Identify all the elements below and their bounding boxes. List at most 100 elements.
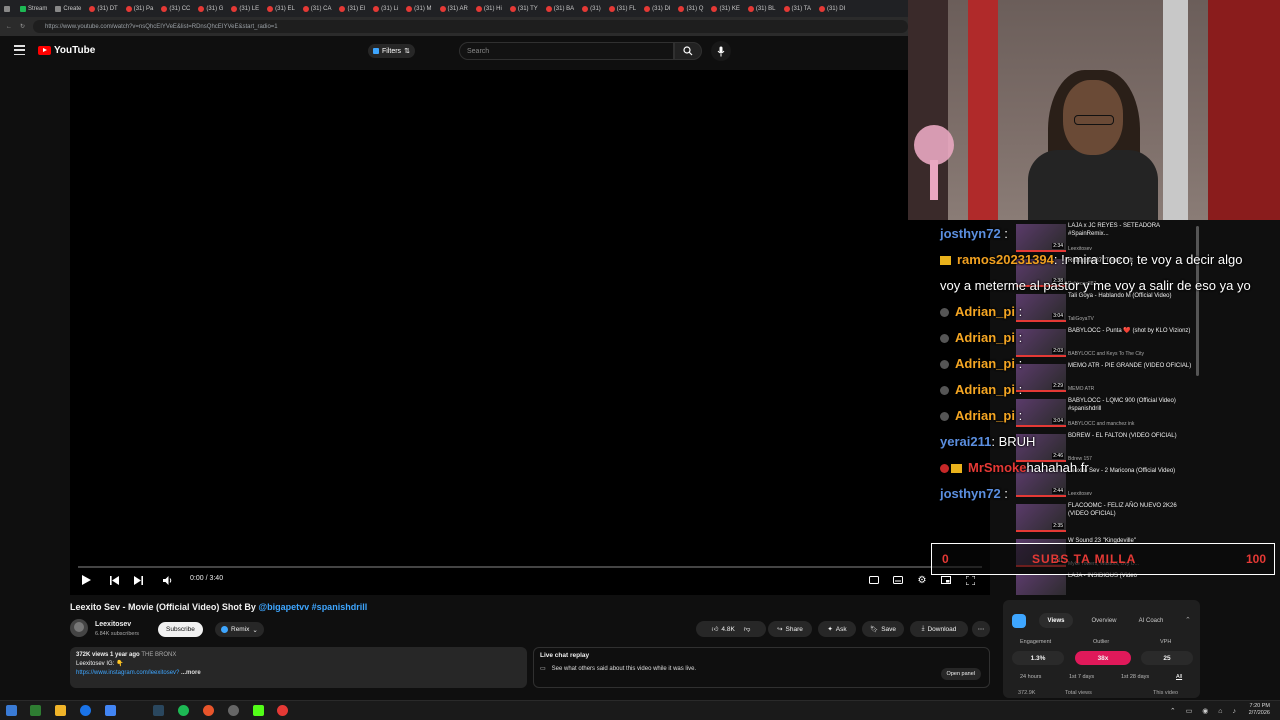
browser-tab[interactable]: Stream (16, 0, 51, 17)
channel-name[interactable]: Leexitosev (95, 621, 131, 628)
period-7-days[interactable]: 1st 7 days (1069, 674, 1094, 680)
chat-username[interactable]: Adrian_pi (955, 330, 1015, 345)
chat-username[interactable]: Adrian_pi (955, 382, 1015, 397)
firefox-icon[interactable] (203, 705, 214, 716)
browser-tab[interactable]: Create (51, 0, 85, 17)
browser-tab[interactable]: (31) CA (299, 0, 336, 17)
period-28-days[interactable]: 1st 28 days (1121, 674, 1149, 680)
browser-tab[interactable] (0, 0, 16, 17)
browser-tab[interactable]: (31) TY (506, 0, 542, 17)
tab-ai-coach[interactable]: AI Coach (1133, 613, 1169, 628)
browser-tab[interactable]: (31) EL (263, 0, 299, 17)
youtube-logo[interactable]: YouTube (38, 45, 95, 56)
steam-icon[interactable] (153, 705, 164, 716)
clock[interactable]: 7:20 PM 2/7/2026 (1249, 703, 1270, 717)
save-button[interactable]: 🔖︎ Save (862, 621, 904, 637)
more-actions-button[interactable]: ⋯ (972, 621, 990, 637)
browser-tab[interactable]: (31) G (194, 0, 227, 17)
play-button[interactable] (80, 572, 92, 588)
browser-tab[interactable]: (31) DI (815, 0, 849, 17)
period-all[interactable]: All (1176, 674, 1182, 680)
back-arrow-icon[interactable]: ← (6, 24, 12, 30)
description-box[interactable]: 372K views 1 year ago THE BRONX Leexitos… (70, 647, 527, 688)
browser-tab[interactable]: (31) DI (640, 0, 674, 17)
video-thumbnail[interactable] (1016, 574, 1066, 595)
chat-username[interactable]: Adrian_pi (955, 356, 1015, 371)
app-icon-3[interactable] (277, 705, 288, 716)
download-button[interactable]: ⤓ Download (910, 621, 968, 637)
browser-tab[interactable]: (31) KE (707, 0, 743, 17)
spotify-icon[interactable] (178, 705, 189, 716)
settings-button[interactable]: ⚙ (916, 572, 928, 588)
hq-button[interactable] (868, 572, 880, 588)
url-field[interactable]: https://www.youtube.com/watch?v=nsQhcEIY… (33, 20, 908, 33)
captions-button[interactable] (892, 572, 904, 588)
reload-icon[interactable]: ↻ (20, 23, 25, 30)
filters-button[interactable]: Filters ⇅ (368, 44, 415, 58)
analytics-extension-icon[interactable] (1012, 614, 1026, 628)
like-count[interactable]: 4.8K (721, 626, 734, 633)
thumbs-up-icon[interactable]: 👍︎ (712, 625, 719, 633)
app-icon-2[interactable] (105, 705, 116, 716)
up-next-item[interactable]: LAJA - INSIDIOUS (Video (1016, 572, 1200, 595)
open-panel-button[interactable]: Open panel (940, 668, 981, 680)
browser-tab[interactable]: (31) BA (542, 0, 578, 17)
video-title-tags[interactable]: @bigapetvv #spanishdrill (258, 602, 367, 612)
search-input[interactable]: Search (459, 42, 674, 60)
browser-tab[interactable]: (31) TA (780, 0, 815, 17)
browser-tab-label: (31) CA (310, 5, 332, 12)
stream-chat-overlay: josthyn72 : ramos20231394: !r mira Loco, … (940, 224, 1280, 514)
browser-tab[interactable]: (31) Pa (122, 0, 158, 17)
app-icon-1[interactable] (30, 705, 41, 716)
share-button[interactable]: ↪ Share (768, 621, 812, 637)
location-tag[interactable]: THE BRONX (141, 652, 176, 658)
search-button[interactable] (674, 42, 702, 60)
user-badge-icon (940, 308, 949, 318)
kick-icon[interactable] (253, 705, 264, 716)
chrome-icon[interactable] (80, 705, 91, 716)
obs-icon[interactable] (228, 705, 239, 716)
browser-tab[interactable]: (31) CC (157, 0, 194, 17)
chat-username[interactable]: Adrian_pi (955, 408, 1015, 423)
remix-button[interactable]: Remix ⌄ (215, 622, 264, 637)
chat-username[interactable]: Adrian_pi (955, 304, 1015, 319)
folder-icon[interactable] (55, 705, 66, 716)
browser-tab[interactable]: (31) DT (85, 0, 121, 17)
browser-tab[interactable]: (31) Q (674, 0, 707, 17)
chat-username[interactable]: josthyn72 (940, 226, 1001, 241)
browser-tab[interactable]: (31) Li (369, 0, 402, 17)
browser-tab[interactable]: (31) El (335, 0, 369, 17)
volume-button[interactable] (162, 572, 174, 588)
chat-username[interactable]: josthyn72 (940, 486, 1001, 501)
browser-tab[interactable]: (31) (578, 0, 605, 17)
browser-tab[interactable]: (31) BL (744, 0, 780, 17)
browser-tab[interactable]: (31) Hi (472, 0, 506, 17)
video-player[interactable]: 0:00 / 3:40 ⚙ (70, 70, 990, 595)
tab-overview[interactable]: Overview (1087, 613, 1121, 628)
period-24-hours[interactable]: 24 hours (1020, 674, 1041, 680)
browser-tab[interactable]: (31) LE (227, 0, 263, 17)
browser-tab[interactable]: (31) M (402, 0, 435, 17)
chat-username[interactable]: ramos20231394 (957, 252, 1054, 267)
chat-message: MrSmokehahahah fr (940, 460, 1089, 475)
progress-bar[interactable] (78, 566, 982, 568)
collapse-icon[interactable]: ⌃ (1185, 616, 1191, 624)
chat-username[interactable]: MrSmoke (968, 460, 1027, 475)
channel-avatar[interactable] (70, 619, 88, 637)
previous-button[interactable] (108, 572, 120, 588)
next-button[interactable] (132, 572, 144, 588)
thumbs-down-icon[interactable]: 👎︎ (744, 625, 751, 633)
tab-views[interactable]: Views (1039, 613, 1073, 628)
ask-button[interactable]: ✦ Ask (818, 621, 856, 637)
instagram-link[interactable]: https://www.instagram.com/leexitosev? (76, 670, 179, 676)
system-tray-icons[interactable]: ⌃ ▭ ◉ ⌂ ♪ (1170, 707, 1240, 715)
chat-username[interactable]: yerai211 (940, 434, 991, 449)
start-icon[interactable] (6, 705, 17, 716)
browser-tab[interactable]: (31) AR (436, 0, 472, 17)
download-icon: ⤓ (921, 625, 925, 632)
menu-icon[interactable] (14, 45, 25, 55)
browser-tab[interactable]: (31) FL (605, 0, 640, 17)
show-more-link[interactable]: ...more (181, 670, 201, 676)
voice-search-button[interactable] (711, 41, 731, 61)
subscribe-button[interactable]: Subscribe (158, 622, 203, 637)
